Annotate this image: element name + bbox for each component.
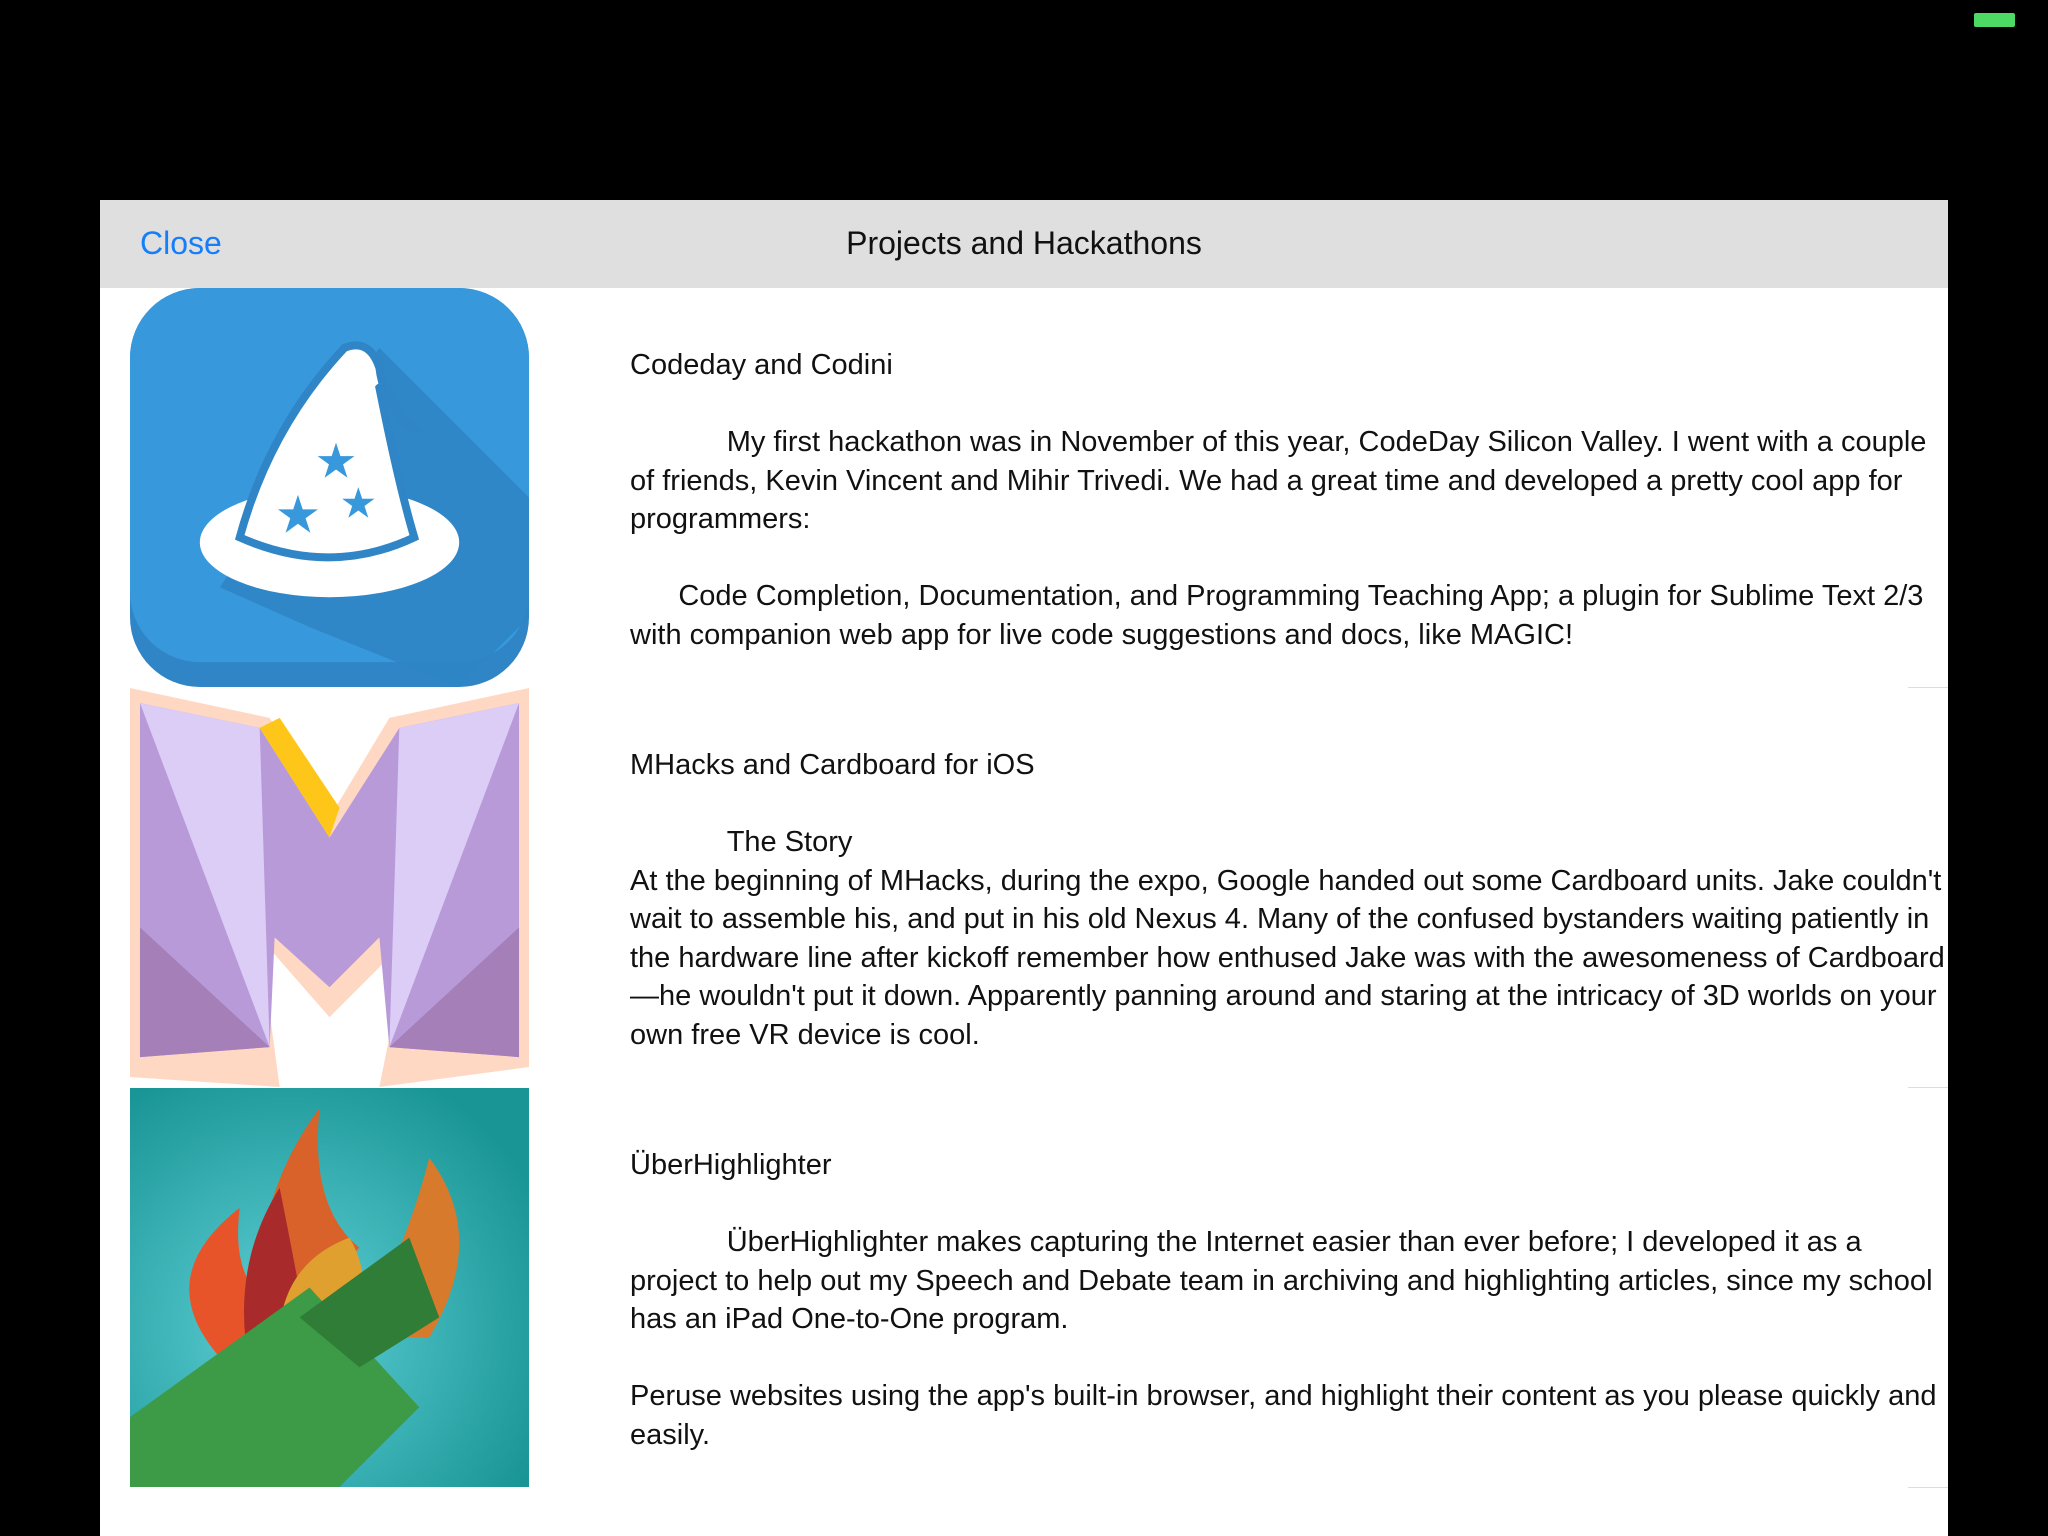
project-row-uberhighlighter[interactable]: ÜberHighlighter ÜberHighlighter makes ca… [100,1088,1948,1488]
projects-modal: Close Projects and Hackathons ★ ★ ★ Code… [100,200,1948,1536]
wizard-hat-icon: ★ ★ ★ [130,288,529,687]
nav-bar: Close Projects and Hackathons [100,200,1948,288]
project-description: Codeday and Codini My first hackathon wa… [630,349,1927,651]
project-description: ÜberHighlighter ÜberHighlighter makes ca… [630,1149,1937,1451]
mhacks-logo-icon [130,688,529,1087]
page-title: Projects and Hackathons [846,225,1202,261]
battery-icon [1974,13,2015,27]
svg-text:★: ★ [275,485,322,543]
project-row-mhacks[interactable]: MHacks and Cardboard for iOS The Story A… [100,688,1948,1088]
project-row-codeday[interactable]: ★ ★ ★ Codeday and Codini My first hackat… [100,288,1948,688]
row-divider [1908,1487,1948,1488]
svg-text:★: ★ [339,479,377,526]
project-description: MHacks and Cardboard for iOS The Story A… [630,749,1945,1051]
flame-highlighter-icon [130,1088,529,1487]
